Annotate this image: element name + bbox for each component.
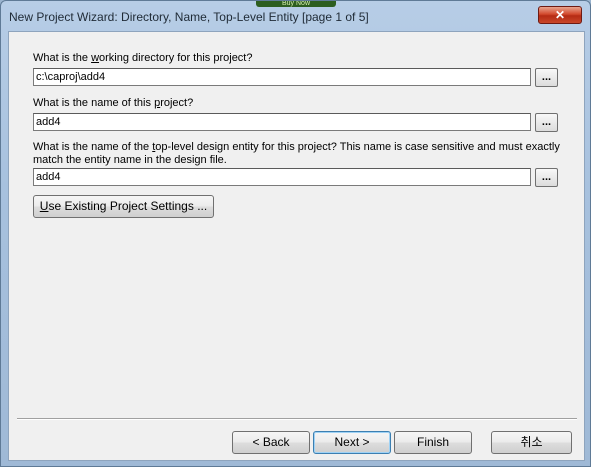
footer-separator bbox=[17, 418, 577, 420]
wizard-window: Buy Now New Project Wizard: Directory, N… bbox=[0, 0, 591, 467]
background-banner: Buy Now bbox=[256, 1, 336, 7]
finish-button[interactable]: Finish bbox=[394, 431, 472, 454]
wizard-content: What is the working directory for this p… bbox=[8, 31, 585, 461]
label-text: What is the bbox=[33, 52, 92, 64]
project-name-input[interactable]: add4 bbox=[33, 113, 531, 131]
close-icon: ✕ bbox=[554, 8, 566, 22]
browse-project-name-button[interactable]: ... bbox=[535, 113, 558, 132]
cancel-button[interactable]: 취소 bbox=[491, 431, 572, 454]
project-name-label: What is the name of this project? bbox=[33, 97, 193, 109]
label-text: orking directory for this project? bbox=[99, 52, 253, 64]
label-text: What is the name of the bbox=[33, 141, 153, 153]
next-button[interactable]: Next > bbox=[313, 431, 391, 454]
use-existing-settings-button[interactable]: Use Existing Project Settings ... bbox=[33, 195, 214, 218]
close-button[interactable]: ✕ bbox=[538, 6, 582, 24]
working-directory-input[interactable]: c:\caproj\add4 bbox=[33, 68, 531, 86]
browse-entity-button[interactable]: ... bbox=[535, 168, 558, 187]
top-level-entity-input[interactable]: add4 bbox=[33, 168, 531, 186]
window-title: New Project Wizard: Directory, Name, Top… bbox=[9, 10, 369, 24]
label-text: roject? bbox=[160, 97, 194, 109]
browse-directory-button[interactable]: ... bbox=[535, 68, 558, 87]
button-text: se Existing Project Settings ... bbox=[48, 199, 208, 213]
label-mnemonic: w bbox=[91, 52, 100, 64]
back-button[interactable]: < Back bbox=[232, 431, 310, 454]
label-text: What is the name of this bbox=[33, 97, 155, 109]
working-directory-label: What is the working directory for this p… bbox=[33, 52, 252, 64]
title-bar[interactable]: Buy Now New Project Wizard: Directory, N… bbox=[1, 1, 590, 31]
top-level-entity-label: What is the name of the top-level design… bbox=[33, 141, 563, 167]
